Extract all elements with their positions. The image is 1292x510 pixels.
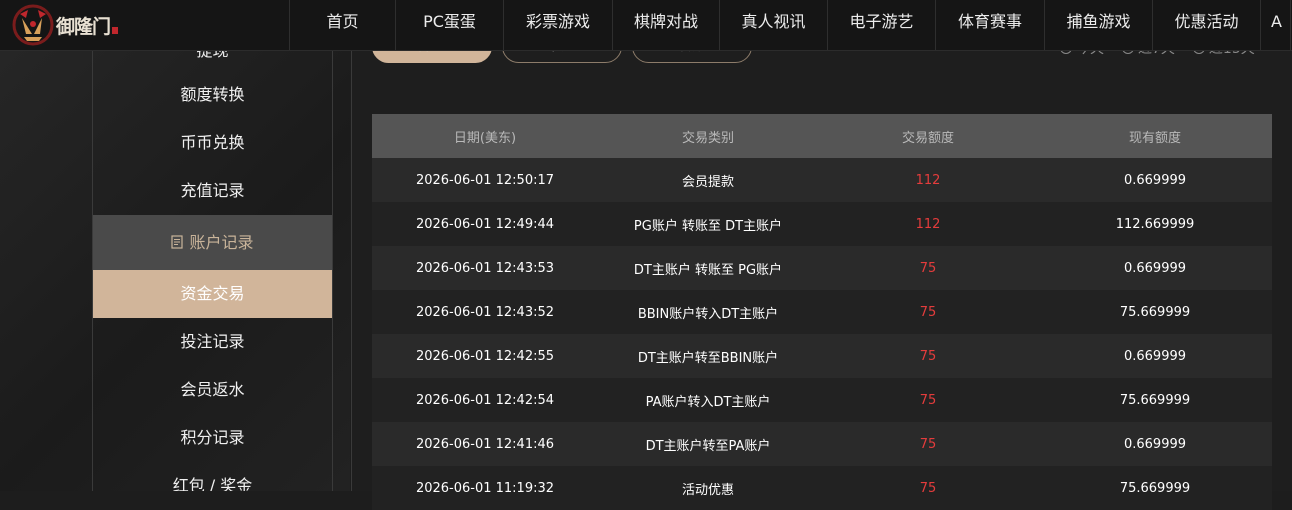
cell-type: 活动优惠 — [598, 466, 818, 510]
cell-balance: 75.669999 — [1038, 290, 1272, 334]
column-header-type: 交易类别 — [598, 114, 818, 158]
sidebar-item-points-records[interactable]: 积分记录 — [93, 414, 332, 462]
cell-amount: 112 — [818, 158, 1038, 202]
table-row: 2026-06-01 12:42:55 DT主账户转至BBIN账户 75 0.6… — [372, 334, 1272, 378]
sidebar-item-bet-records[interactable]: 投注记录 — [93, 318, 332, 366]
table-row: 2026-06-01 12:41:46 DT主账户转至PA账户 75 0.669… — [372, 422, 1272, 466]
cell-balance: 112.669999 — [1038, 202, 1272, 246]
sidebar-section-account-records[interactable]: 账户记录 — [93, 215, 332, 270]
cell-type: DT主账户 转账至 PG账户 — [598, 246, 818, 290]
nav-slots[interactable]: 电子游艺 — [828, 0, 936, 50]
sidebar-item-red-envelope[interactable]: 红包 / 奖金 — [93, 462, 332, 491]
cell-date: 2026-06-01 12:42:55 — [372, 334, 598, 378]
table-row: 2026-06-01 11:19:32 活动优惠 75 75.669999 — [372, 466, 1272, 510]
cell-balance: 0.669999 — [1038, 334, 1272, 378]
top-navigation: 御隆门 首页 PC蛋蛋 彩票游戏 棋牌对战 真人视讯 电子游艺 体育赛事 捕鱼游… — [0, 0, 1292, 51]
cell-date: 2026-06-01 12:43:53 — [372, 246, 598, 290]
cell-amount: 75 — [818, 422, 1038, 466]
cell-type: DT主账户转至BBIN账户 — [598, 334, 818, 378]
table-row: 2026-06-01 12:43:53 DT主账户 转账至 PG账户 75 0.… — [372, 246, 1272, 290]
cell-type: BBIN账户转入DT主账户 — [598, 290, 818, 334]
cell-amount: 75 — [818, 246, 1038, 290]
sidebar-item-fund-transactions[interactable]: 资金交易 — [93, 270, 332, 318]
nav-home[interactable]: 首页 — [290, 0, 396, 50]
cell-amount: 75 — [818, 466, 1038, 510]
brand-seal — [112, 26, 119, 34]
cell-balance: 0.669999 — [1038, 246, 1272, 290]
sidebar-item-coin-exchange[interactable]: 币币兑换 — [93, 119, 332, 167]
nav-promotions[interactable]: 优惠活动 — [1153, 0, 1261, 50]
sidebar-item-transfer[interactable]: 额度转换 — [93, 71, 332, 119]
cell-date: 2026-06-01 12:42:54 — [372, 378, 598, 422]
nav-sports[interactable]: 体育赛事 — [936, 0, 1045, 50]
nav-lottery[interactable]: 彩票游戏 — [504, 0, 613, 50]
table-row: 2026-06-01 12:50:17 会员提款 112 0.669999 — [372, 158, 1272, 202]
nav-pc-egg[interactable]: PC蛋蛋 — [396, 0, 504, 50]
nav-fishing[interactable]: 捕鱼游戏 — [1045, 0, 1153, 50]
table-row: 2026-06-01 12:43:52 BBIN账户转入DT主账户 75 75.… — [372, 290, 1272, 334]
cell-balance: 0.669999 — [1038, 158, 1272, 202]
cell-amount: 112 — [818, 202, 1038, 246]
cell-balance: 75.669999 — [1038, 378, 1272, 422]
cell-type: 会员提款 — [598, 158, 818, 202]
cell-date: 2026-06-01 12:49:44 — [372, 202, 598, 246]
cell-amount: 75 — [818, 334, 1038, 378]
sidebar-section-label: 账户记录 — [189, 233, 254, 252]
cell-date: 2026-06-01 11:19:32 — [372, 466, 598, 510]
cell-type: PG账户 转账至 DT主账户 — [598, 202, 818, 246]
cell-balance: 0.669999 — [1038, 422, 1272, 466]
transaction-table: 日期(美东) 交易类别 交易额度 现有额度 2026-06-01 12:50:1… — [372, 114, 1272, 510]
nav-more[interactable]: A — [1261, 0, 1291, 50]
brand-name: 御隆门 — [56, 15, 111, 38]
cell-type: DT主账户转至PA账户 — [598, 422, 818, 466]
cell-balance: 75.669999 — [1038, 466, 1272, 510]
cell-type: PA账户转入DT主账户 — [598, 378, 818, 422]
nav-live-casino[interactable]: 真人视讯 — [720, 0, 828, 50]
brand-logo[interactable]: 御隆门 — [0, 0, 290, 50]
cell-amount: 75 — [818, 290, 1038, 334]
cell-date: 2026-06-01 12:41:46 — [372, 422, 598, 466]
sidebar-item-rebate[interactable]: 会员返水 — [93, 366, 332, 414]
dragon-emblem-icon — [12, 4, 54, 46]
column-header-amount: 交易额度 — [818, 114, 1038, 158]
cell-date: 2026-06-01 12:50:17 — [372, 158, 598, 202]
table-row: 2026-06-01 12:42:54 PA账户转入DT主账户 75 75.66… — [372, 378, 1272, 422]
column-header-date: 日期(美东) — [372, 114, 598, 158]
cell-amount: 75 — [818, 378, 1038, 422]
document-icon — [171, 235, 184, 249]
cell-date: 2026-06-01 12:43:52 — [372, 290, 598, 334]
table-header-row: 日期(美东) 交易类别 交易额度 现有额度 — [372, 114, 1272, 158]
nav-chess-cards[interactable]: 棋牌对战 — [613, 0, 720, 50]
column-header-balance: 现有额度 — [1038, 114, 1272, 158]
account-sidebar: 提现 额度转换 币币兑换 充值记录 账户记录 资金交易 投注记录 会员返水 积分… — [92, 51, 333, 491]
table-row: 2026-06-01 12:49:44 PG账户 转账至 DT主账户 112 1… — [372, 202, 1272, 246]
sidebar-item-deposit-records[interactable]: 充值记录 — [93, 167, 332, 215]
